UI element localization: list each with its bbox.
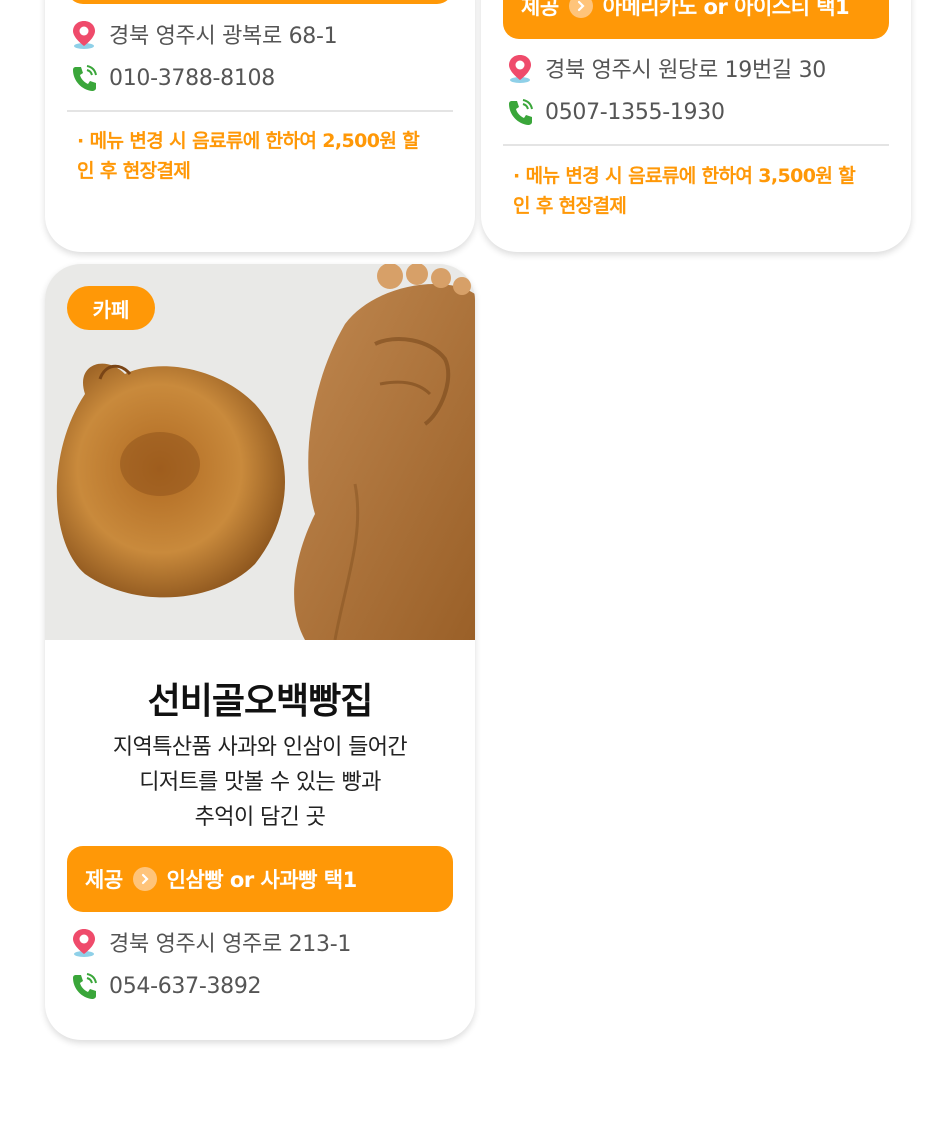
category-badge: 카페 — [67, 286, 155, 330]
offer-bar: 제공 인삼빵 or 사과빵 택1 — [67, 846, 453, 912]
phone-icon — [505, 97, 535, 127]
offer-bar — [67, 0, 453, 4]
store-photo: 카페 — [45, 264, 475, 640]
store-card-1[interactable]: 경북 영주시 광복로 68-1 010-3788-8108 · 메뉴 변경 시 … — [45, 0, 475, 252]
store-card-2[interactable]: 제공 아메리카노 or 아이스티 택1 경북 영주시 원당로 19번길 30 0… — [481, 0, 911, 252]
description-line: 추억이 담긴 곳 — [194, 805, 326, 830]
location-pin-icon — [505, 53, 535, 83]
discount-notice: · 메뉴 변경 시 음료류에 한하여 2,500원 할인 후 현장결제 — [77, 130, 420, 182]
divider — [67, 110, 453, 112]
address-row: 경북 영주시 광복로 68-1 — [69, 18, 338, 50]
phone-icon — [69, 971, 99, 1001]
description-line: 지역특산품 사과와 인삼이 들어간 — [112, 735, 408, 760]
store-card-3[interactable]: 카페 선비골오백빵집 지역특산품 사과와 인삼이 들어간 디저트를 맛볼 수 있… — [45, 264, 475, 1040]
offer-bar: 제공 아메리카노 or 아이스티 택1 — [503, 0, 889, 39]
phone-text: 0507-1355-1930 — [545, 99, 725, 125]
store-title: 선비골오백빵집 — [147, 681, 374, 722]
phone-row[interactable]: 0507-1355-1930 — [505, 97, 725, 127]
phone-text: 054-637-3892 — [109, 973, 262, 999]
address-row: 경북 영주시 영주로 213-1 — [69, 926, 351, 958]
chevron-right-icon — [132, 867, 157, 891]
offer-item: 인삼빵 or 사과빵 택1 — [166, 868, 358, 892]
offer-label: 제공 — [85, 868, 123, 892]
phone-text: 010-3788-8108 — [109, 65, 275, 91]
address-text: 경북 영주시 원당로 19번길 30 — [545, 58, 826, 83]
address-text: 경북 영주시 광복로 68-1 — [109, 24, 338, 49]
location-pin-icon — [69, 19, 99, 49]
phone-row[interactable]: 054-637-3892 — [69, 971, 262, 1001]
phone-row[interactable]: 010-3788-8108 — [69, 63, 275, 93]
description-line: 디저트를 맛볼 수 있는 빵과 — [139, 770, 381, 795]
phone-icon — [69, 63, 99, 93]
divider — [503, 144, 889, 146]
discount-notice: · 메뉴 변경 시 음료류에 한하여 3,500원 할인 후 현장결제 — [513, 165, 856, 217]
location-pin-icon — [69, 927, 99, 957]
offer-label: 제공 — [521, 0, 559, 19]
address-row: 경북 영주시 원당로 19번길 30 — [505, 52, 826, 84]
offer-item: 아메리카노 or 아이스티 택1 — [602, 0, 850, 19]
chevron-right-icon — [568, 0, 593, 18]
store-description: 지역특산품 사과와 인삼이 들어간 디저트를 맛볼 수 있는 빵과 추억이 담긴… — [45, 730, 475, 835]
address-text: 경북 영주시 영주로 213-1 — [109, 932, 352, 957]
